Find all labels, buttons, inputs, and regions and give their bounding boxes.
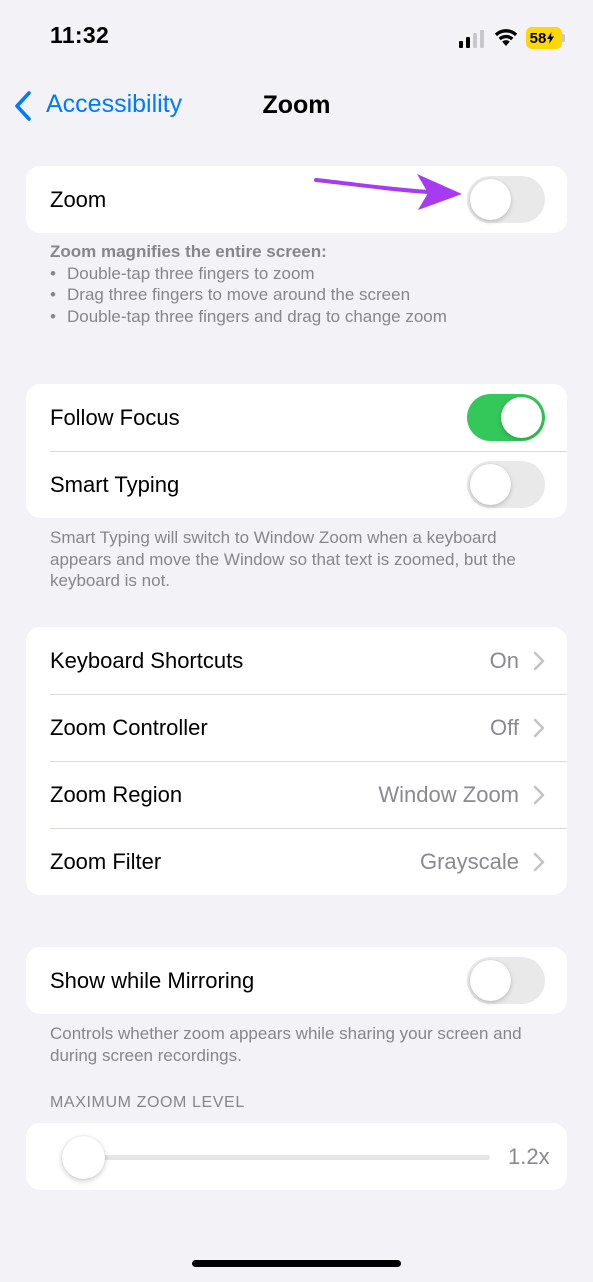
zoom-filter-label: Zoom Filter [50, 848, 162, 874]
battery-cap [562, 34, 565, 42]
zoom-controller-label: Zoom Controller [50, 714, 208, 740]
mirroring-footnote: Controls whether zoom appears while shar… [50, 1024, 522, 1065]
zoom-group: Zoom [26, 166, 567, 233]
battery-icon: 58 [526, 27, 562, 49]
zoom-filter-value: Grayscale [419, 848, 519, 874]
chevron-right-icon [533, 852, 545, 871]
smart-typing-toggle[interactable] [467, 461, 545, 508]
max-zoom-slider-thumb[interactable] [62, 1136, 105, 1179]
charging-bolt-icon [547, 32, 555, 44]
chevron-right-icon [533, 785, 545, 804]
list-item: • Double-tap three fingers to zoom [50, 263, 315, 283]
cellular-signal-icon [459, 30, 485, 48]
zoom-toggle[interactable] [467, 176, 545, 223]
max-zoom-header: MAXIMUM ZOOM LEVEL [50, 1094, 245, 1111]
bullet-text: Double-tap three fingers to zoom [67, 263, 315, 283]
home-indicator[interactable] [192, 1260, 401, 1267]
wifi-icon [494, 29, 518, 46]
zoom-settings-group: Keyboard Shortcuts On Zoom Controller Of… [26, 627, 567, 895]
show-while-mirroring-row: Show while Mirroring [26, 947, 567, 1014]
list-item: • Drag three fingers to move around the s… [50, 285, 411, 304]
bullet-text: Drag three fingers to move around the sc… [67, 285, 411, 304]
zoom-filter-row[interactable]: Zoom Filter Grayscale [26, 828, 567, 895]
toggle-knob [501, 397, 542, 438]
zoom-region-value: Window Zoom [378, 781, 519, 807]
zoom-row: Zoom [26, 166, 567, 233]
bullet-text: Double-tap three fingers and drag to cha… [67, 306, 447, 326]
smart-typing-row: Smart Typing [26, 451, 567, 518]
max-zoom-value: 1.2x [508, 1144, 550, 1169]
focus-group: Follow Focus Smart Typing [26, 384, 567, 518]
show-while-mirroring-toggle[interactable] [467, 957, 545, 1004]
toggle-knob [470, 464, 511, 505]
battery-level: 58 [529, 29, 547, 47]
keyboard-shortcuts-row[interactable]: Keyboard Shortcuts On [26, 627, 567, 694]
toggle-knob [470, 960, 511, 1001]
annotation-arrow-icon [314, 174, 462, 210]
max-zoom-slider-track[interactable] [84, 1155, 490, 1160]
zoom-region-row[interactable]: Zoom Region Window Zoom [26, 761, 567, 828]
follow-focus-label: Follow Focus [50, 404, 180, 430]
follow-focus-toggle[interactable] [467, 394, 545, 441]
page-title: Zoom [262, 91, 331, 119]
zoom-controller-row[interactable]: Zoom Controller Off [26, 694, 567, 761]
keyboard-shortcuts-value: On [489, 647, 519, 673]
toggle-knob [470, 179, 511, 220]
smart-typing-label: Smart Typing [50, 471, 180, 497]
mirroring-group: Show while Mirroring [26, 947, 567, 1014]
chevron-right-icon [533, 651, 545, 670]
zoom-description: Zoom magnifies the entire screen: • Doubl… [50, 241, 550, 327]
list-item: • Double-tap three fingers and drag to ch… [50, 306, 447, 326]
show-while-mirroring-label: Show while Mirroring [50, 967, 255, 993]
chevron-right-icon [533, 718, 545, 737]
zoom-region-label: Zoom Region [50, 781, 183, 807]
follow-focus-row: Follow Focus [26, 384, 567, 451]
status-time: 11:32 [50, 22, 110, 48]
keyboard-shortcuts-label: Keyboard Shortcuts [50, 647, 244, 673]
smart-typing-footnote: Smart Typing will switch to Window Zoom … [50, 528, 516, 590]
zoom-controller-value: Off [490, 714, 519, 740]
zoom-description-heading: Zoom magnifies the entire screen: [50, 242, 327, 261]
